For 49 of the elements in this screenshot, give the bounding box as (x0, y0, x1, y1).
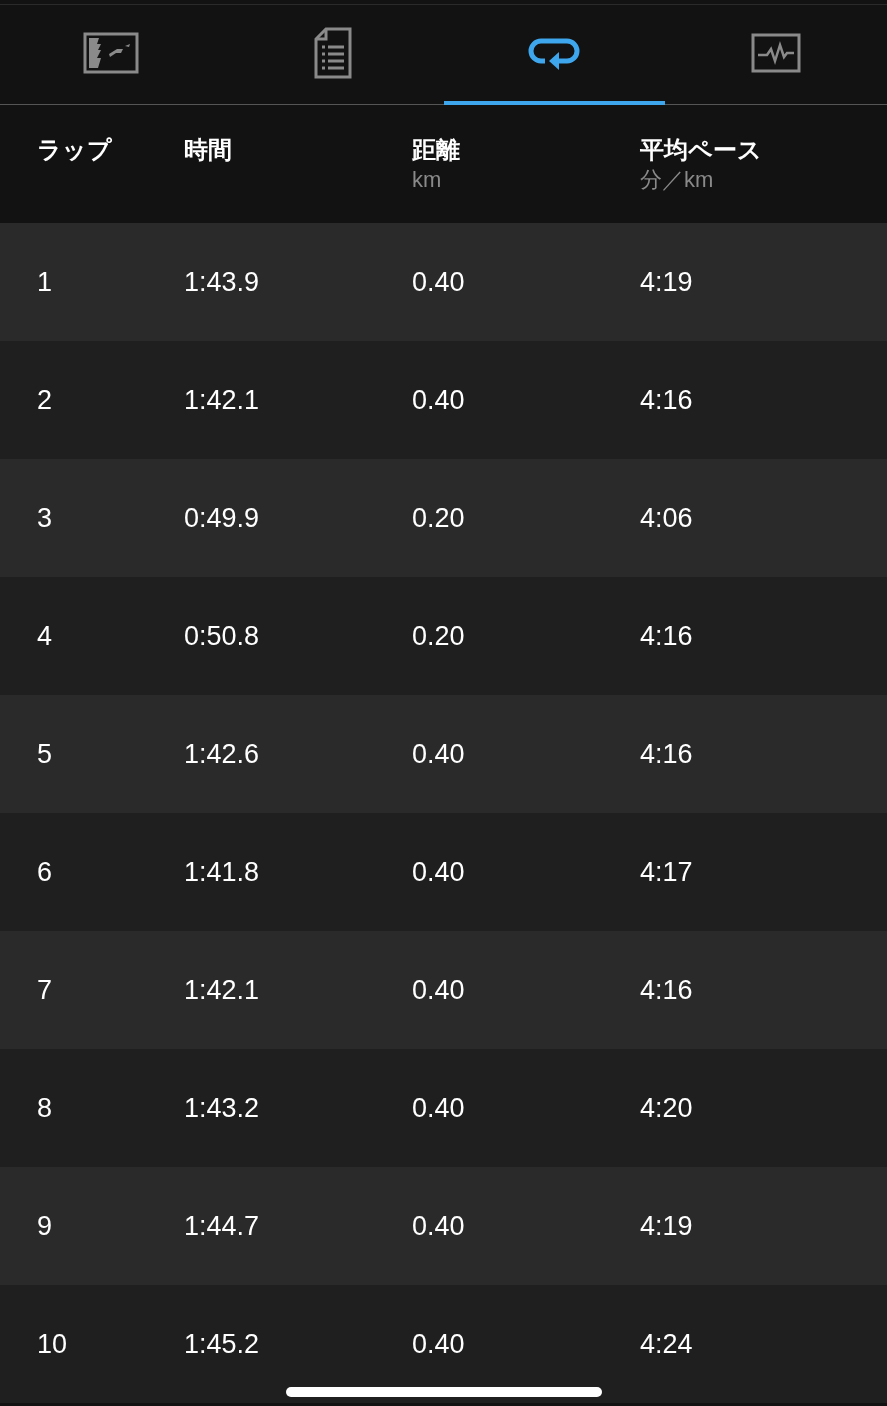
map-icon (82, 32, 139, 74)
table-cell-text: 4:24 (640, 1327, 694, 1361)
table-cell-text: 4:16 (640, 383, 694, 417)
table-cell-text: 1:42.6 (184, 737, 261, 771)
table-cell-text: 4:20 (640, 1091, 694, 1125)
table-cell-text: 0.40 (412, 973, 466, 1007)
table-cell-text: 0.40 (412, 1327, 466, 1361)
column-header: 平均ペース (640, 135, 763, 165)
table-cell-text: 0.40 (412, 1091, 466, 1125)
table-cell-text: 1:43.2 (184, 1091, 261, 1125)
column-unit: km (412, 166, 443, 194)
table-cell-text: 1:45.2 (184, 1327, 261, 1361)
table-cell-text: 1:43.9 (184, 265, 261, 299)
table-cell-text: 0.40 (412, 383, 466, 417)
table-cell-text: 1 (36, 265, 54, 299)
table-cell-text: 2 (36, 383, 54, 417)
table-cell-text: 0.20 (412, 501, 466, 535)
table-cell-text: 10 (36, 1327, 69, 1361)
table-cell-text: 4:06 (640, 501, 694, 535)
table-cell-text: 0.40 (412, 265, 466, 299)
table-cell-text: 4:16 (640, 737, 694, 771)
table-cell-text: 4:16 (640, 619, 694, 653)
table-cell-text: 1:42.1 (184, 973, 261, 1007)
activity-chart-icon (751, 33, 802, 73)
table-cell-text: 0.20 (412, 619, 466, 653)
table-cell-text: 0.40 (412, 737, 466, 771)
table-cell-text: 7 (36, 973, 54, 1007)
column-header: 時間 (184, 135, 233, 165)
table-cell-text: 0.40 (412, 855, 466, 889)
table-cell-text: 0:49.9 (184, 501, 261, 535)
document-icon (313, 27, 352, 79)
column-header: 距離 (412, 135, 461, 165)
table-cell-text: 1:44.7 (184, 1209, 261, 1243)
table-cell-text: 1:42.1 (184, 383, 261, 417)
table-cell-text: 3 (36, 501, 54, 535)
table-cell-text: 4:17 (640, 855, 694, 889)
table-cell-text: 6 (36, 855, 54, 889)
table-cell-text: 4:16 (640, 973, 694, 1007)
table-cell-text: 0.40 (412, 1209, 466, 1243)
table-cell-text: 4:19 (640, 265, 694, 299)
column-unit: 分／km (640, 166, 715, 194)
table-cell-text: 4:19 (640, 1209, 694, 1243)
table-cell-text: 8 (36, 1091, 54, 1125)
table-cell-text: 1:41.8 (184, 855, 261, 889)
table-cell-text: 9 (36, 1209, 54, 1243)
table-cell-text: 5 (36, 737, 54, 771)
table-cell-text: 4 (36, 619, 54, 653)
table-cell-text: 0:50.8 (184, 619, 261, 653)
column-header: ラップ (37, 135, 113, 165)
